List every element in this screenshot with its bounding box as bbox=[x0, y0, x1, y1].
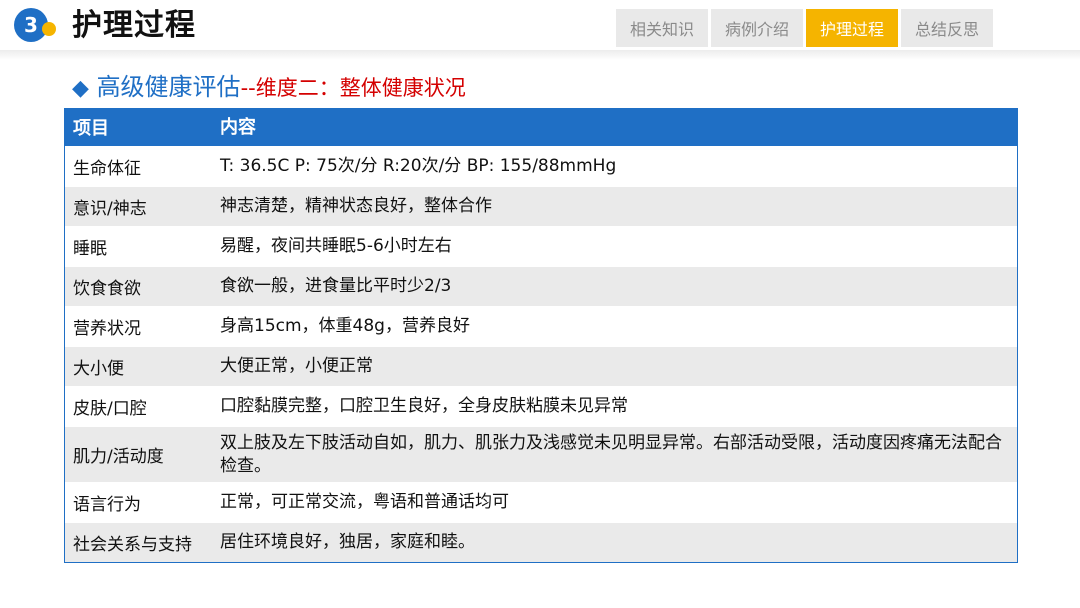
table-row: 皮肤/口腔 口腔黏膜完整，口腔卫生良好，全身皮肤粘膜未见异常 bbox=[65, 386, 1017, 426]
table-row: 社会关系与支持 居住环境良好，独居，家庭和睦。 bbox=[65, 522, 1017, 562]
row-content: T: 36.5C P: 75次/分 R:20次/分 BP: 155/88mmHg bbox=[220, 156, 617, 176]
row-content: 神志清楚，精神状态良好，整体合作 bbox=[220, 196, 492, 216]
row-item: 饮食食欲 bbox=[73, 279, 141, 299]
section-tabs: 相关知识 病例介绍 护理过程 总结反思 bbox=[616, 9, 993, 47]
row-item: 生命体征 bbox=[73, 159, 141, 179]
assessment-table: 项目 内容 生命体征 T: 36.5C P: 75次/分 R:20次/分 BP:… bbox=[64, 108, 1018, 563]
row-item: 营养状况 bbox=[73, 319, 141, 339]
tab-related-knowledge[interactable]: 相关知识 bbox=[616, 9, 708, 47]
row-content: 身高15cm，体重48g，营养良好 bbox=[220, 316, 470, 336]
table-row: 意识/神志 神志清楚，精神状态良好，整体合作 bbox=[65, 186, 1017, 226]
header-divider bbox=[0, 50, 1080, 60]
table-row: 生命体征 T: 36.5C P: 75次/分 R:20次/分 BP: 155/8… bbox=[65, 146, 1017, 186]
row-content: 易醒，夜间共睡眠5-6小时左右 bbox=[220, 236, 452, 256]
row-content: 正常，可正常交流，粤语和普通话均可 bbox=[220, 492, 509, 512]
row-item: 大小便 bbox=[73, 359, 124, 379]
section-title-sub: --维度二：整体健康状况 bbox=[240, 76, 466, 100]
section-title-main: 高级健康评估 bbox=[96, 73, 241, 101]
table-row: 语言行为 正常，可正常交流，粤语和普通话均可 bbox=[65, 482, 1017, 522]
row-content: 大便正常，小便正常 bbox=[220, 356, 373, 376]
row-item: 肌力/活动度 bbox=[73, 447, 164, 467]
tab-summary-reflection[interactable]: 总结反思 bbox=[901, 9, 993, 47]
table-row: 睡眠 易醒，夜间共睡眠5-6小时左右 bbox=[65, 226, 1017, 266]
table-row: 大小便 大便正常，小便正常 bbox=[65, 346, 1017, 386]
row-item: 皮肤/口腔 bbox=[73, 399, 147, 419]
column-header-item: 项目 bbox=[73, 118, 109, 139]
row-item: 社会关系与支持 bbox=[73, 535, 192, 555]
column-header-content: 内容 bbox=[220, 116, 256, 138]
section-title: ◆ 高级健康评估--维度二：整体健康状况 bbox=[72, 70, 466, 104]
row-item: 语言行为 bbox=[73, 495, 141, 515]
slide-header: 3 护理过程 相关知识 病例介绍 护理过程 总结反思 bbox=[0, 0, 1080, 60]
row-content: 居住环境良好，独居，家庭和睦。 bbox=[220, 532, 475, 552]
table-row: 肌力/活动度 双上肢及左下肢活动自如，肌力、肌张力及浅感觉未见明显异常。右部活动… bbox=[65, 426, 1017, 482]
row-content: 口腔黏膜完整，口腔卫生良好，全身皮肤粘膜未见异常 bbox=[220, 396, 628, 416]
section-number-badge: 3 bbox=[14, 8, 58, 42]
badge-dot-icon bbox=[42, 22, 56, 36]
table-row: 营养状况 身高15cm，体重48g，营养良好 bbox=[65, 306, 1017, 346]
tab-nursing-process[interactable]: 护理过程 bbox=[806, 9, 898, 47]
page-title: 护理过程 bbox=[72, 8, 196, 43]
row-item: 意识/神志 bbox=[73, 199, 147, 219]
row-content: 双上肢及左下肢活动自如，肌力、肌张力及浅感觉未见明显异常。右部活动受限，活动度因… bbox=[220, 432, 1002, 476]
row-content: 食欲一般，进食量比平时少2/3 bbox=[220, 276, 452, 296]
row-item: 睡眠 bbox=[73, 239, 107, 259]
diamond-bullet-icon: ◆ bbox=[72, 76, 89, 101]
tab-case-introduction[interactable]: 病例介绍 bbox=[711, 9, 803, 47]
table-row: 饮食食欲 食欲一般，进食量比平时少2/3 bbox=[65, 266, 1017, 306]
table-header-row: 项目 内容 bbox=[65, 108, 1017, 146]
